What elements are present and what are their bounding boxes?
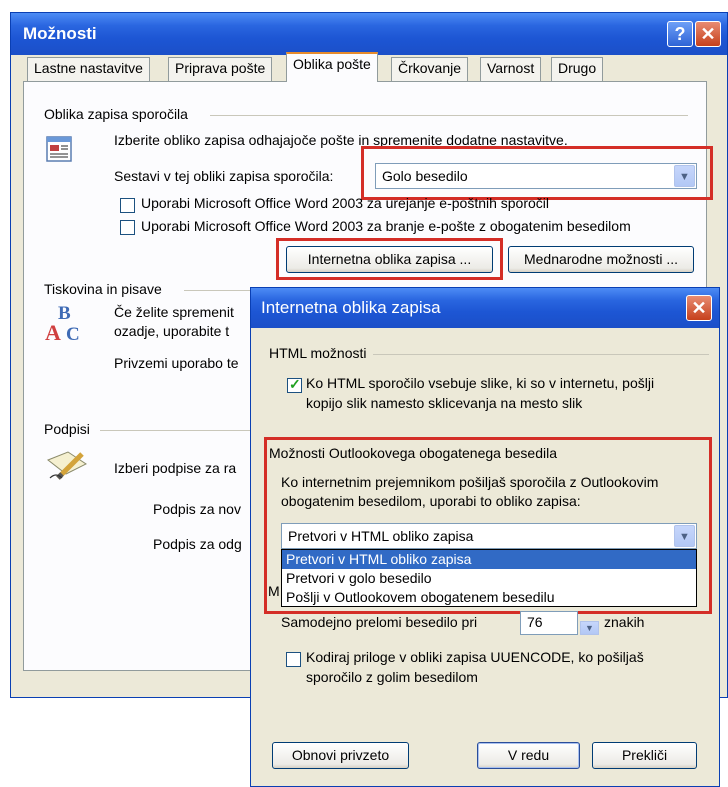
title-bar[interactable]: Možnosti ? ✕ [11,13,727,55]
stationery-abc-icon: B A C [44,302,88,345]
word-read-checkbox[interactable] [120,220,135,235]
wrap-unit-label: znakih [604,614,645,630]
rich-text-format-select[interactable]: Pretvori v HTML obliko zapisa ▼ [281,523,697,549]
stationery-section-label: Tiskovina in pisave [44,281,162,297]
chevron-down-icon[interactable]: ▼ [674,165,695,187]
signatures-section-label: Podpisi [44,421,90,437]
signature-new-label: Podpis za nov [153,501,241,517]
message-format-icon [45,134,77,164]
signature-reply-label: Podpis za odg [153,536,242,552]
rich-text-option-rtf[interactable]: Pošlji v Outlookovem obogatenem besedilu [282,588,696,607]
cancel-button[interactable]: Prekliči [592,742,697,769]
spinner-down-icon[interactable]: ▼ [580,621,599,635]
word-read-label: Uporabi Microsoft Office Word 2003 za br… [141,218,631,234]
html-send-images-checkbox[interactable] [287,376,302,393]
rich-text-description-2: obogatenim besedilom, uporabi to obliko … [281,493,581,509]
wrap-width-input[interactable]: 76 [520,611,578,635]
section-divider [210,115,688,116]
tab-mail-setup[interactable]: Priprava pošte [168,57,273,81]
rich-text-description-1: Ko internetnim prejemnikom pošiljaš spor… [281,474,659,490]
ok-button[interactable]: V redu [477,742,580,769]
uuencode-checkbox[interactable] [286,652,301,667]
tab-mail-format[interactable]: Oblika pošte [286,52,378,82]
dialog-title-bar[interactable]: Internetna oblika zapisa ✕ [251,288,719,328]
tab-security[interactable]: Varnost [480,57,542,81]
tab-personal-settings[interactable]: Lastne nastavitve [27,57,150,81]
stationery-text-line3: Privzemi uporabo te [114,355,239,371]
svg-text:A: A [45,320,61,344]
chevron-down-icon[interactable]: ▼ [674,525,695,547]
html-send-images-label-2: kopijo slik namesto sklicevanja na mesto… [306,395,583,411]
wrap-width-value: 76 [527,614,543,630]
tab-other[interactable]: Drugo [551,57,604,81]
international-options-button[interactable]: Mednarodne možnosti ... [508,246,694,273]
html-options-section-label: HTML možnosti [269,345,367,361]
restore-defaults-button[interactable]: Obnovi privzeto [272,742,409,769]
section-divider [100,430,250,431]
rich-text-format-dropdown[interactable]: Pretvori v HTML obliko zapisa Pretvori v… [281,549,697,607]
rich-text-option-plain[interactable]: Pretvori v golo besedilo [282,569,696,588]
plain-text-section-label: M [268,583,280,599]
close-button[interactable]: ✕ [695,21,721,47]
rich-text-format-value: Pretvori v HTML obliko zapisa [288,528,474,544]
rich-text-option-html[interactable]: Pretvori v HTML obliko zapisa [282,550,696,569]
window-title: Možnosti [23,24,97,43]
stationery-text-line2: ozadje, uporabite t [114,323,230,339]
signature-pen-icon [46,448,94,482]
section-divider [373,354,709,355]
uuencode-label-2: sporočilo z golim besedilom [306,669,478,685]
dialog-title: Internetna oblika zapisa [261,298,441,317]
word-edit-label: Uporabi Microsoft Office Word 2003 za ur… [141,195,550,211]
uuencode-label-1: Kodiraj priloge v obliki zapisa UUENCODE… [306,649,644,665]
dialog-close-button[interactable]: ✕ [686,295,712,321]
message-format-section-label: Oblika zapisa sporočila [44,106,188,122]
tab-spelling[interactable]: Črkovanje [391,57,469,81]
compose-format-select[interactable]: Golo besedilo ▼ [375,163,697,189]
signatures-text-line1: Izberi podpise za ra [114,460,237,476]
svg-text:C: C [66,324,80,344]
section-divider [184,290,250,291]
internet-format-dialog: Internetna oblika zapisa ✕ HTML možnosti… [250,287,720,787]
compose-format-label: Sestavi v tej obliki zapisa sporočila: [114,168,334,184]
help-button[interactable]: ? [667,21,693,47]
internet-format-button[interactable]: Internetna oblika zapisa ... [286,246,493,273]
stationery-text-line1: Če želite spremenit [114,304,234,320]
word-edit-checkbox[interactable] [120,198,135,213]
wrap-text-label: Samodejno prelomi besedilo pri [281,614,478,630]
compose-format-value: Golo besedilo [382,168,468,184]
html-send-images-label-1: Ko HTML sporočilo vsebuje slike, ki so v… [306,375,655,391]
rich-text-section-label: Možnosti Outlookovega obogatenega besedi… [269,445,557,461]
